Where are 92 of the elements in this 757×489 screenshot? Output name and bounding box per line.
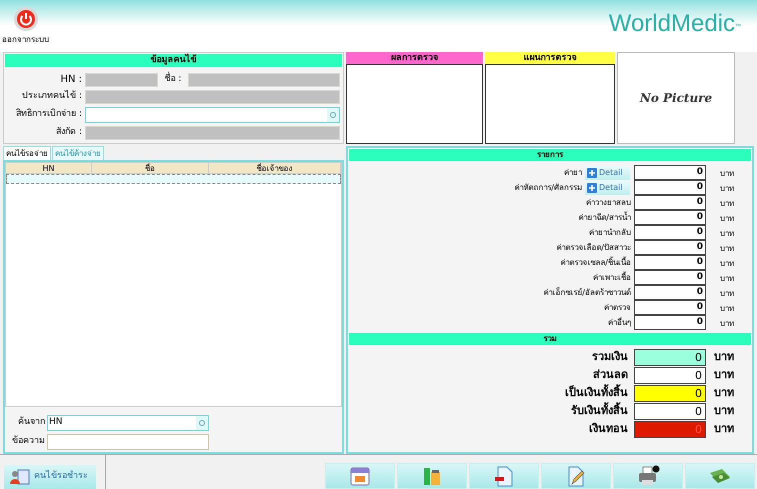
section-header: ข้อมูลคนไข้ xyxy=(5,54,342,67)
currency-label: บาท xyxy=(719,168,735,180)
dropdown-icon xyxy=(196,416,208,430)
item-label: ค่าอื่นๆ xyxy=(607,316,632,328)
tab[interactable]: คนไข้รอจ่าย xyxy=(3,146,51,160)
field-label: ค้นจาก xyxy=(17,416,45,430)
field-label: สิทธิการเบิกจ่าย : xyxy=(15,108,82,122)
total-label: ส่วนลด xyxy=(592,367,629,384)
printer-icon xyxy=(636,465,660,487)
section-header: รายการ xyxy=(349,149,751,161)
currency-label: บาท xyxy=(713,421,735,438)
plan-header: แผนการตรวจ xyxy=(485,52,615,64)
amount-field[interactable]: 0 xyxy=(634,255,706,270)
column-header[interactable]: ชื่อเจ้าของ xyxy=(209,163,341,173)
currency-label: บาท xyxy=(713,403,735,420)
amount-field[interactable]: 0 xyxy=(634,180,706,195)
plus-icon xyxy=(587,182,597,192)
bottles-icon xyxy=(421,465,443,487)
item-label: ค่ายานำกลับ xyxy=(588,226,632,238)
item-label: ค่าตรวจ xyxy=(603,302,632,314)
total-label: รับเงินทั้งสิ้น xyxy=(570,403,629,420)
total-label: เงินทอน xyxy=(588,421,629,438)
toolbar-button[interactable] xyxy=(613,463,683,489)
column-header[interactable]: HN xyxy=(6,163,92,173)
amount-field[interactable]: 0 xyxy=(634,285,706,300)
currency-label: บาท xyxy=(719,198,735,210)
document-minus-icon xyxy=(493,465,515,487)
amount-field[interactable]: 0 xyxy=(634,195,706,210)
column-header[interactable]: ชื่อ xyxy=(92,163,209,173)
currency-label: บาท xyxy=(719,288,735,300)
field-label: ชื่อ : xyxy=(164,72,182,86)
results-header: ผลการตรวจ xyxy=(346,52,483,64)
item-label: ค่าตรวจเซลล/ชิ้นเนื้อ xyxy=(559,256,632,268)
field-label: ประเภทคนไข้ : xyxy=(21,90,82,104)
currency-label: บาท xyxy=(719,183,735,195)
currency-label: บาท xyxy=(713,367,735,384)
field-label: ข้อความ xyxy=(11,435,45,448)
total-label: เป็นเงินทั้งสิ้น xyxy=(564,385,629,402)
affiliation-field[interactable] xyxy=(85,126,340,140)
dropdown-icon xyxy=(327,108,339,122)
section-header: รวม xyxy=(349,333,751,345)
waiting-patients-button[interactable]: คนไข้รอชำระ xyxy=(4,465,96,489)
currency-label: บาท xyxy=(719,273,735,285)
rights-dropdown[interactable] xyxy=(85,107,340,123)
total-field[interactable]: 0 xyxy=(634,349,706,366)
detail-button[interactable]: Detail xyxy=(585,180,630,194)
toolbar-button[interactable] xyxy=(541,463,611,489)
item-label: ค่าเพาะเชื้อ xyxy=(592,272,632,284)
amount-field[interactable]: 0 xyxy=(634,210,706,225)
search-by-dropdown[interactable]: HN xyxy=(47,415,209,431)
app-logo: WorldMedic$^{™}$ xyxy=(608,12,741,36)
currency-label: บาท xyxy=(713,385,735,402)
currency-label: บาท xyxy=(719,228,735,240)
photo-frame: No Picture xyxy=(617,52,735,144)
total-field[interactable]: 0 xyxy=(634,367,706,384)
item-label: ค่าเอ็กซเรย์/อัลตร้าซาวนด์ xyxy=(542,286,632,298)
amount-field[interactable]: 0 xyxy=(634,225,706,240)
item-label: ค่ายา xyxy=(563,166,583,178)
currency-label: บาท xyxy=(719,258,735,270)
item-label: ค่ายาฉีด/สารน้ำ xyxy=(577,212,632,224)
patient-type-field[interactable] xyxy=(85,90,340,104)
total-label: รวมเงิน xyxy=(591,349,629,366)
amount-field[interactable]: 0 xyxy=(634,270,706,285)
plus-icon xyxy=(587,168,597,178)
logout-button[interactable]: ออกจากระบบ xyxy=(2,6,49,46)
detail-button[interactable]: Detail xyxy=(585,166,630,180)
name-field[interactable] xyxy=(188,72,340,86)
field-label: สังกัด : xyxy=(55,126,82,140)
currency-label: บาท xyxy=(719,303,735,315)
item-label: ค่าวางยาสลบ xyxy=(585,196,632,208)
calendar-icon xyxy=(349,465,371,487)
currency-label: บาท xyxy=(719,213,735,225)
amount-field[interactable]: 0 xyxy=(634,165,706,180)
toolbar-button[interactable] xyxy=(469,463,539,489)
patient-card-icon xyxy=(10,469,30,485)
amount-field[interactable]: 0 xyxy=(634,240,706,255)
item-label: ค่าตรวจเลือด/ปัสสาวะ xyxy=(555,242,632,254)
power-icon xyxy=(12,6,38,32)
toolbar-button[interactable] xyxy=(685,463,755,489)
toolbar-button[interactable] xyxy=(325,463,395,489)
hn-field[interactable] xyxy=(85,72,158,86)
search-text-field[interactable] xyxy=(47,434,209,450)
item-label: ค่าหัตถการ/ศัลกรรม xyxy=(513,182,583,194)
table-row[interactable] xyxy=(6,174,341,184)
currency-label: บาท xyxy=(713,349,735,366)
amount-field[interactable]: 0 xyxy=(634,300,706,315)
currency-label: บาท xyxy=(719,318,735,330)
total-field[interactable]: 0 xyxy=(634,403,706,420)
amount-field[interactable]: 0 xyxy=(634,315,706,330)
total-field[interactable]: 0 xyxy=(634,385,706,402)
currency-label: บาท xyxy=(719,243,735,255)
field-label: HN : xyxy=(59,73,82,87)
